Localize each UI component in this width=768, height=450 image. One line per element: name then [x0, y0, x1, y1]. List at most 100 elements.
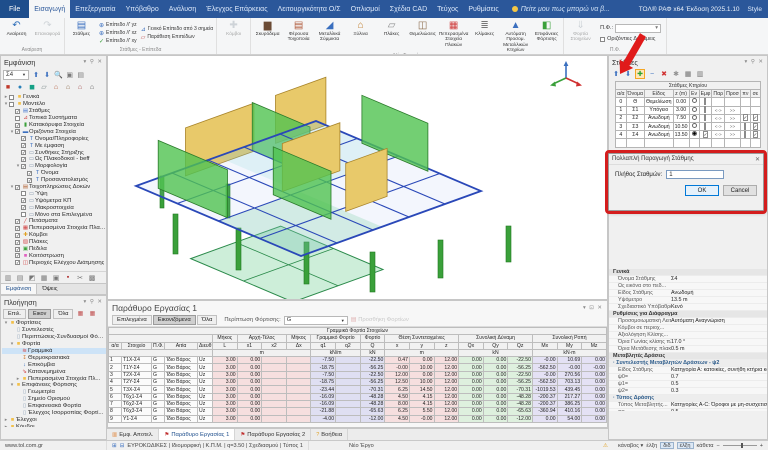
ribbon-tab[interactable]: Σχέδια CAD [385, 0, 432, 18]
add-loads-button[interactable]: ▤ Προσθήκη Φορτίων [351, 317, 409, 323]
property-row[interactable]: ψ2=0.3 [609, 388, 767, 395]
checkbox[interactable]: ✓ [15, 219, 20, 224]
checkbox[interactable] [21, 191, 26, 196]
checkbox[interactable]: ✓ [21, 164, 26, 169]
document-tab[interactable]: ▥Εμφ. Αποτελ. [107, 429, 159, 440]
fem-slab-button[interactable]: ▦Πεπερασμένα Στοιχεία Πλακών [438, 19, 469, 53]
ribbon-tab[interactable]: Επεξεργασία [70, 0, 120, 18]
ribbon-tab[interactable]: Εισαγωγή [29, 0, 70, 18]
stairs-button[interactable]: ≣Κλίμακες [469, 19, 500, 53]
file-tab[interactable]: File [0, 0, 29, 18]
close-icon[interactable]: ✕ [755, 156, 760, 163]
checkbox[interactable] [9, 95, 14, 100]
tree-item[interactable]: ▸■Έλεγχοι [2, 416, 106, 423]
load-row[interactable]: 8Τ6χ3-Σ4GΊδιο ΒάροςUz3.000.00-21.88-65.6… [109, 408, 607, 415]
filter-button[interactable]: Εικονιζόμενα [153, 315, 196, 325]
levels-count-input[interactable]: 1 [666, 170, 724, 179]
grid-icon[interactable]: ▩ [87, 273, 97, 283]
checkbox[interactable]: ✓ [15, 185, 20, 190]
visible-checkbox[interactable]: ✓ [703, 131, 709, 138]
property-row[interactable]: Κόμβοι σε περιοχ... [609, 325, 767, 332]
pin-icon[interactable]: ▪ [63, 273, 73, 283]
option-checkbox[interactable]: ✓ [743, 114, 749, 121]
checkbox[interactable]: ✓ [15, 123, 20, 128]
tree-item[interactable]: ✓✚Κόμβοι [2, 232, 106, 239]
active-level-radio[interactable] [692, 98, 697, 103]
site-link[interactable]: www.tol.com.gr [0, 441, 107, 450]
property-row[interactable]: Προσομοιωματική Λειτο...Αυτόματη Αναγνώρ… [609, 318, 767, 325]
snap-mode-did[interactable]: διδ [660, 442, 673, 449]
masonry-button[interactable]: ▤Φέρουσα Τοιχοποιία [283, 19, 314, 53]
nav-marker-2-icon[interactable]: ▦ [87, 309, 97, 319]
property-row[interactable]: Είδος ΣτάθμηςΚατηγορία Α: κατοικίες, συν… [609, 367, 767, 374]
checkbox[interactable] [15, 116, 20, 121]
add-level-icon[interactable]: ✚ [635, 69, 645, 79]
concrete-button[interactable]: ▆Σκυρόδεμα [252, 19, 283, 53]
option-checkbox[interactable] [744, 131, 746, 138]
tree-item[interactable]: ▾✓▤Τοιχοπληρώσεις Δοκών [2, 184, 106, 191]
panel-tab[interactable]: Εμφάνιση [1, 284, 37, 294]
level-select[interactable]: Σ4▼ [3, 70, 29, 80]
tree-item[interactable]: ✓ΤΌνομα [2, 170, 106, 177]
snap-mode-elxi[interactable]: έλξη [677, 442, 694, 449]
level-row[interactable]: 4Σ4Ανωδομή13.50✓<->>>✓ [616, 131, 761, 139]
checkbox[interactable]: ✓ [21, 136, 26, 141]
property-row[interactable]: Σχεδιαστικό ΥπόβαθροΚενό [609, 304, 767, 311]
cut-icon[interactable]: ✂ [75, 273, 85, 283]
redo-button[interactable]: ↷Επαναφορά [32, 19, 63, 47]
plane-3pt-button[interactable]: ⊿Γενικό Επίπεδο από 3 σημεία [141, 25, 213, 33]
render-solid-icon[interactable]: ■ [3, 82, 13, 92]
plane-yz-button[interactable]: ⊕Επίπεδο //' yz [99, 21, 137, 29]
nav-tab[interactable]: Όλα [53, 309, 73, 319]
render-cube-icon[interactable]: ◼ [27, 82, 37, 92]
level-up-icon[interactable]: ⬆ [31, 70, 41, 80]
active-level-radio[interactable] [692, 123, 697, 128]
3d-viewport[interactable] [107, 55, 608, 300]
tree-item[interactable]: ⊿Τοπικά Συστήματα [2, 115, 106, 122]
tree-item[interactable]: ▾■Φορτία [2, 341, 106, 348]
property-row[interactable]: Αξιολόγηση Κλίσης... [609, 332, 767, 339]
level-move-down-icon[interactable]: ⬇ [623, 69, 633, 79]
load-row[interactable]: 6Τ6χ1-Σ4GΊδιο ΒάροςUz3.000.00-16.09-48.2… [109, 393, 607, 400]
checkbox[interactable]: ✓ [21, 198, 26, 203]
checkbox[interactable]: ✓ [15, 247, 20, 252]
render-wire-icon[interactable]: ▱ [39, 82, 49, 92]
tag-icon[interactable]: ▦ [39, 273, 49, 283]
grid-toggle-icon[interactable]: ⊞ [112, 443, 117, 449]
panel-controls[interactable]: ▾ ⚲ ✕ [84, 59, 103, 65]
tree-item[interactable]: ✓▭Μακροστοιχεία [2, 204, 106, 211]
tree-item[interactable]: ✓ΤΜε έμφαση [2, 142, 106, 149]
checkbox[interactable] [9, 102, 14, 107]
visible-checkbox[interactable] [704, 114, 706, 121]
snap-perpendicular-toggle[interactable]: κάθετα [697, 443, 714, 449]
foundation-button[interactable]: ◫Θεμελιώσεις [407, 19, 438, 53]
checkbox[interactable]: ✓ [21, 150, 26, 155]
tree-item[interactable]: ▾■Φορτίσεις [2, 320, 106, 327]
tree-item[interactable]: ✓▦Πεπερασμένα Στοιχεία Πλακών [2, 225, 106, 232]
level-row[interactable]: 0ΘΘεμελίωση0.00 [616, 98, 761, 106]
tree-item[interactable]: ✓▨Πλάκες [2, 239, 106, 246]
checkbox[interactable]: ✓ [21, 205, 26, 210]
snap-grid-toggle[interactable]: κάναβος ▾ [618, 443, 643, 449]
level-settings-icon[interactable]: ✱ [671, 69, 681, 79]
checkbox[interactable]: ✓ [15, 233, 20, 238]
snap-label[interactable]: έλξη [646, 443, 657, 449]
checkbox[interactable]: ✓ [15, 253, 20, 258]
load-row[interactable]: 7Τ6χ2-Σ4GΊδιο ΒάροςUz3.000.00-16.09-48.2… [109, 400, 607, 407]
visible-checkbox[interactable] [704, 106, 706, 113]
load-surface-button[interactable]: ◧Επιφάνειες Φόρτισης [531, 19, 562, 53]
select-icon[interactable]: ◩ [27, 273, 37, 283]
tree-item[interactable]: ▾■Μοντέλο [2, 101, 106, 108]
tree-item[interactable]: ▯Επιφανειακά Φορτία [2, 403, 106, 410]
property-row[interactable]: ψ1=0.5 [609, 381, 767, 388]
checkbox[interactable]: ✓ [15, 109, 20, 114]
steel-button[interactable]: ◢Μεταλλικά Σύμμικτα [314, 19, 345, 53]
level-row[interactable]: 2Σ2Ανωδομή7.50<->>>✓✓ [616, 114, 761, 122]
load-row[interactable]: 2Τ1Υ-Σ4GΊδιο ΒάροςUz3.000.00-18.75-56.25… [109, 364, 607, 371]
tree-item[interactable]: ▯Σημείο Ορισμού [2, 396, 106, 403]
zoom-slider[interactable] [723, 445, 757, 446]
tree-item[interactable]: ▯Γεωμετρία [2, 389, 106, 396]
visible-checkbox[interactable] [704, 123, 706, 130]
house-side-icon[interactable]: ⌂ [63, 82, 73, 92]
tree-item[interactable]: ✓▭Ως Πλακοδοκοί - beff [2, 156, 106, 163]
